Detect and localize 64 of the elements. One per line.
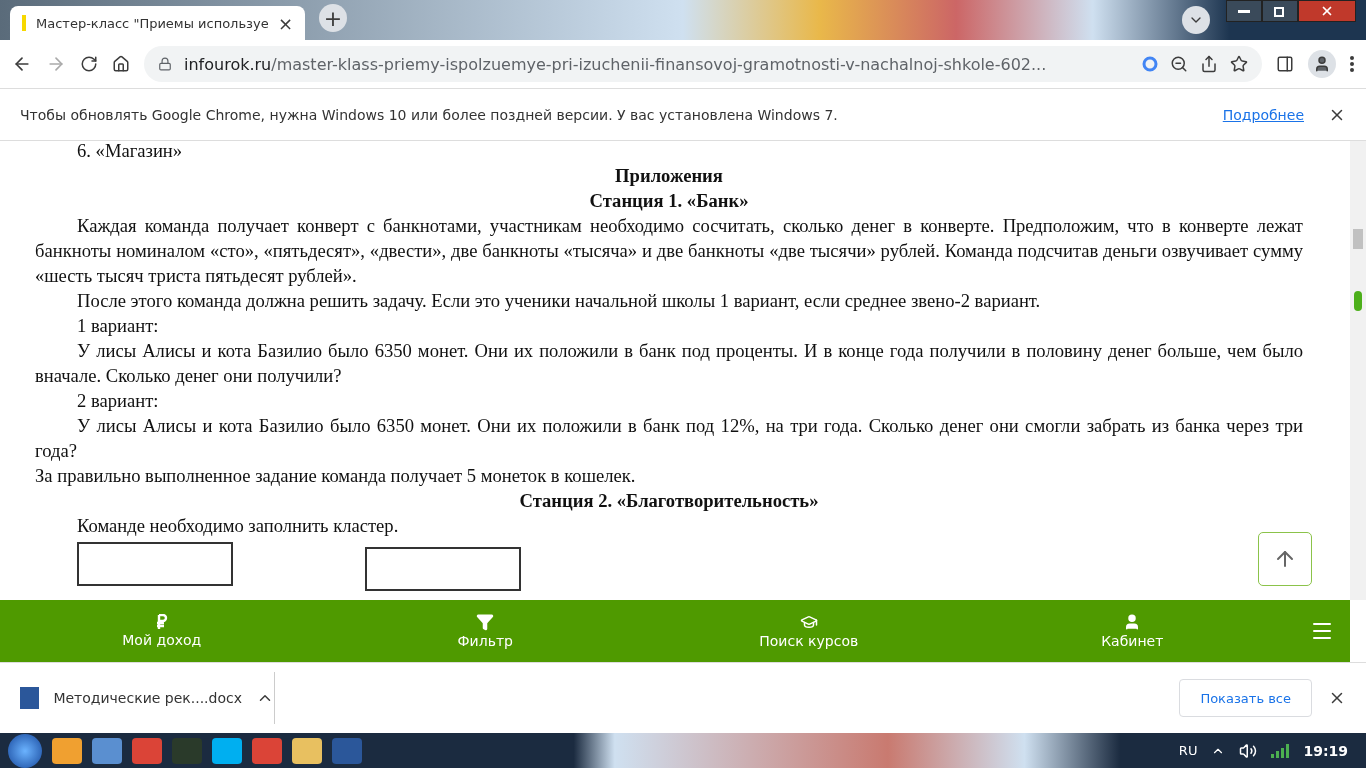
home-icon bbox=[112, 55, 130, 73]
scroll-to-top-button[interactable] bbox=[1258, 532, 1312, 586]
url-host: infourok.ru bbox=[184, 54, 272, 74]
document-paragraph: 2 вариант: bbox=[76, 389, 160, 413]
tab-title: Мастер-класс "Приемы используе bbox=[36, 15, 268, 31]
lock-icon bbox=[158, 57, 172, 71]
zoom-out-icon bbox=[1170, 55, 1188, 73]
profile-button[interactable] bbox=[1308, 50, 1336, 78]
document-paragraph: Каждая команда получает конверт с банкнотами, участникам необходимо сосчитать, сколько денег в конверте. Предположим, что в конверте лежат банкноты номиналом «сто», «пятьдесят», «двести», две банкноты «тысяча» и две банкноты «две тысячи» рублей. Команда подсчитав деньги озвучивает сумму «шесть тысяч триста пятьдесят рублей». bbox=[35, 214, 1303, 288]
ruble-icon bbox=[155, 614, 168, 630]
section-heading: Приложения bbox=[614, 164, 724, 188]
site-icon bbox=[22, 15, 26, 31]
infobar-message: Чтобы обновлять Google Chrome, нужна Windows 10 или более поздней версии. У вас установлена Windows 7. bbox=[20, 106, 839, 123]
tab-close-button[interactable]: × bbox=[277, 12, 293, 34]
bookmark-star-button[interactable] bbox=[1230, 55, 1248, 73]
start-button[interactable] bbox=[8, 733, 42, 768]
minimize-button[interactable] bbox=[1226, 0, 1262, 22]
close-button[interactable] bbox=[1298, 0, 1356, 22]
zoom-out-button[interactable] bbox=[1170, 55, 1188, 73]
signal-icon[interactable] bbox=[1271, 743, 1290, 758]
scroll-marker bbox=[1354, 291, 1362, 311]
share-icon bbox=[1200, 55, 1218, 73]
download-file-name[interactable]: Методические рек....docx bbox=[53, 690, 242, 706]
document-paragraph: 6. «Магазин» bbox=[76, 141, 184, 163]
document-paragraph: После этого команда должна решить задачу. Если это ученики начальной школы 1 вариант, если среднее звено-2 вариант. bbox=[76, 289, 1042, 313]
url-path: /master-klass-priemy-ispolzuemye-pri-izuchenii-finansovoj-gramotnosti-v-nachalnoj-shkole-602... bbox=[271, 54, 1047, 74]
profile-icon bbox=[1313, 55, 1331, 73]
document-paragraph: Команде необходимо заполнить кластер. bbox=[76, 514, 400, 538]
reload-icon bbox=[80, 55, 98, 73]
scrollbar[interactable] bbox=[1350, 141, 1366, 600]
nav-item[interactable]: Поиск курсов bbox=[647, 612, 971, 650]
share-button[interactable] bbox=[1200, 55, 1218, 73]
home-button[interactable] bbox=[112, 55, 130, 73]
document-paragraph: У лисы Алисы и кота Базилио было 6350 монет. Они их положили в банк под проценты. И в конце года получили в половину денег больше, чем было вначале. Сколько денег они получили? bbox=[35, 339, 1303, 388]
restore-button[interactable] bbox=[1262, 0, 1298, 22]
language-indicator[interactable]: RU bbox=[1178, 743, 1198, 758]
filter-icon bbox=[476, 613, 495, 631]
menu-button[interactable] bbox=[1350, 56, 1354, 72]
restore-icon bbox=[1274, 5, 1286, 17]
show-all-button[interactable]: Показать все bbox=[1179, 679, 1312, 717]
side-panel-button[interactable] bbox=[1276, 55, 1294, 73]
nav-item[interactable]: Кабинет bbox=[970, 612, 1294, 650]
more-info-link[interactable]: Подробнее bbox=[1222, 106, 1304, 123]
close-icon bbox=[1320, 4, 1334, 18]
graduation-cap-icon bbox=[799, 613, 818, 631]
scrollbar-thumb[interactable] bbox=[1353, 229, 1363, 249]
section-heading: Станция 1. «Банк» bbox=[588, 189, 750, 213]
address-bar[interactable]: infourok.ru/master-klass-priemy-ispolzuemye-pri-izuchenii-finansovoj-gramotnosti-v-nachalnoj-shkole-602... bbox=[144, 46, 1262, 82]
speaker-icon[interactable] bbox=[1239, 741, 1258, 760]
clock[interactable]: 19:19 bbox=[1303, 742, 1348, 759]
document-paragraph: 1 вариант: bbox=[76, 314, 160, 338]
side-panel-icon bbox=[1276, 55, 1294, 73]
star-icon bbox=[1230, 55, 1248, 73]
nav-item[interactable]: Мой доход bbox=[0, 613, 324, 649]
reload-button[interactable] bbox=[80, 55, 98, 73]
three-dots-icon bbox=[1350, 56, 1354, 72]
new-tab-button[interactable]: + bbox=[319, 4, 347, 32]
minimize-icon bbox=[1238, 9, 1250, 13]
browser-tab[interactable]: Мастер-класс "Приемы используе × bbox=[10, 6, 305, 40]
document-paragraph: У лисы Алисы и кота Базилио было 6350 монет. Они их положили в банк под 12%, на три года. Сколько денег они смогли забрать из банка через три года? bbox=[35, 414, 1303, 463]
tab-search-button[interactable] bbox=[1182, 6, 1210, 34]
nav-item[interactable]: Фильтр bbox=[323, 612, 647, 650]
document-paragraph: За правильно выполненное задание команда получает 5 монеток в кошелек. bbox=[35, 464, 637, 488]
section-heading: Станция 2. «Благотворительность» bbox=[518, 489, 820, 513]
